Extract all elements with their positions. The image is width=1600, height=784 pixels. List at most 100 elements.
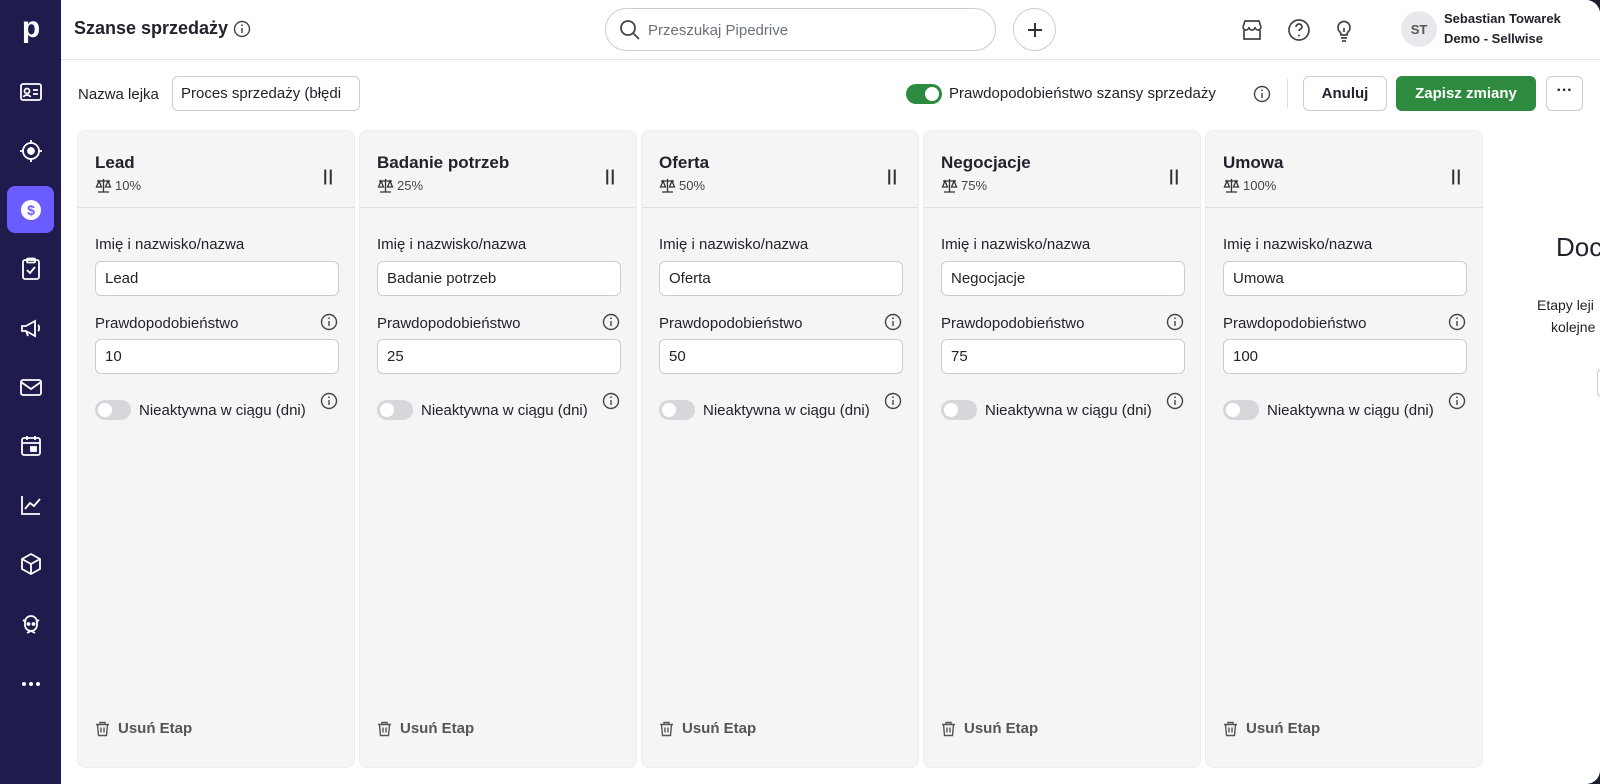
info-icon[interactable] <box>602 313 620 336</box>
rotting-label: Nieaktywna w ciągu (dni) <box>1267 402 1434 419</box>
stage-name-label: Imię i nazwisko/nazwa <box>659 236 809 253</box>
probability-input[interactable]: 100 <box>1223 339 1467 374</box>
delete-stage-button[interactable]: Usuń Etap <box>377 720 474 737</box>
rotting-label: Nieaktywna w ciągu (dni) <box>985 402 1152 419</box>
quick-add-button[interactable] <box>1013 8 1056 51</box>
info-icon[interactable] <box>884 392 902 415</box>
probability-input[interactable]: 10 <box>95 339 339 374</box>
save-changes-button[interactable]: Zapisz zmiany <box>1396 76 1536 111</box>
nav-calendar-icon[interactable] <box>7 422 54 469</box>
rotting-label: Nieaktywna w ciągu (dni) <box>139 402 306 419</box>
pipeline-toolbar: Nazwa lejka Proces sprzedaży (błędi Praw… <box>61 61 1600 127</box>
info-icon[interactable] <box>884 313 902 336</box>
search-input[interactable] <box>648 17 978 43</box>
user-avatar[interactable]: ST <box>1401 11 1437 47</box>
pipedrive-logo-icon[interactable]: p <box>15 12 47 44</box>
stage-name-input[interactable]: Oferta <box>659 261 903 296</box>
scale-icon <box>941 179 958 193</box>
probability-label: Prawdopodobieństwo <box>941 315 1085 332</box>
rotting-toggle[interactable] <box>941 400 977 420</box>
nav-leads-icon[interactable] <box>7 127 54 174</box>
stage-probability-badge: 50% <box>659 178 705 193</box>
nav-mail-icon[interactable] <box>7 363 54 410</box>
trash-icon <box>660 721 673 736</box>
info-icon[interactable] <box>320 392 338 415</box>
stage-probability-value: 50% <box>679 178 706 193</box>
stage-name-label: Imię i nazwisko/nazwa <box>95 236 245 253</box>
stage-name-input[interactable]: Badanie potrzeb <box>377 261 621 296</box>
drag-handle-icon[interactable]: || <box>605 168 616 186</box>
stage-title: Lead <box>95 153 135 172</box>
app-window: p $ Szanse sprzedaży Przeszukaj Pipedriv… <box>0 0 1600 784</box>
info-icon[interactable] <box>320 313 338 336</box>
delete-stage-button[interactable]: Usuń Etap <box>941 720 1038 737</box>
stage-column: Negocjacje 75% || Imię i nazwisko/nazwa … <box>923 130 1201 768</box>
stage-name-input[interactable]: Lead <box>95 261 339 296</box>
add-stage-description-line: Etapy leji <box>1537 297 1594 313</box>
info-icon[interactable] <box>1166 392 1184 415</box>
marketplace-icon[interactable] <box>1239 17 1265 48</box>
stage-column: Oferta 50% || Imię i nazwisko/nazwa Ofer… <box>641 130 919 768</box>
nav-products-icon[interactable] <box>7 540 54 587</box>
stage-name-input[interactable]: Negocjacje <box>941 261 1185 296</box>
nav-deals-icon[interactable]: $ <box>7 186 54 233</box>
stage-probability-badge: 100% <box>1223 178 1276 193</box>
stage-name-label: Imię i nazwisko/nazwa <box>941 236 1091 253</box>
info-icon[interactable] <box>1166 313 1184 336</box>
delete-stage-button[interactable]: Usuń Etap <box>95 720 192 737</box>
stage-probability-badge: 75% <box>941 178 987 193</box>
nav-campaigns-icon[interactable] <box>7 304 54 351</box>
stage-header[interactable]: Badanie potrzeb 25% || <box>360 131 636 208</box>
info-icon[interactable] <box>602 392 620 415</box>
info-icon[interactable] <box>1448 313 1466 336</box>
info-icon[interactable] <box>1448 392 1466 415</box>
rotting-toggle[interactable] <box>1223 400 1259 420</box>
stage-name-input[interactable]: Umowa <box>1223 261 1467 296</box>
nav-activities-icon[interactable] <box>7 245 54 292</box>
user-name[interactable]: Sebastian Towarek <box>1444 11 1561 26</box>
stage-header[interactable]: Negocjacje 75% || <box>924 131 1200 208</box>
delete-stage-button[interactable]: Usuń Etap <box>1223 720 1320 737</box>
stage-column: Badanie potrzeb 25% || Imię i nazwisko/n… <box>359 130 637 768</box>
add-stage-description-line: kolejne <box>1551 319 1596 335</box>
probability-input[interactable]: 50 <box>659 339 903 374</box>
pipeline-name-label: Nazwa lejka <box>78 86 159 103</box>
add-stage-description: Etapy leji kolejne <box>1537 294 1595 338</box>
add-stage-title: Doc <box>1556 232 1600 262</box>
toolbar-divider <box>1287 79 1288 109</box>
drag-handle-icon[interactable]: || <box>887 168 898 186</box>
nav-contacts-icon[interactable] <box>7 68 54 115</box>
drag-handle-icon[interactable]: || <box>1451 168 1462 186</box>
tips-lightbulb-icon[interactable] <box>1331 17 1357 48</box>
stage-header[interactable]: Umowa 100% || <box>1206 131 1482 208</box>
help-icon[interactable] <box>1286 17 1312 48</box>
search-box[interactable] <box>605 8 996 51</box>
pipeline-stages-board: Lead 10% || Imię i nazwisko/nazwa Lead P… <box>61 127 1600 784</box>
drag-handle-icon[interactable]: || <box>323 168 334 186</box>
stage-header[interactable]: Oferta 50% || <box>642 131 918 208</box>
info-icon[interactable] <box>233 20 251 43</box>
probability-input[interactable]: 75 <box>941 339 1185 374</box>
nav-more-icon[interactable] <box>7 660 54 707</box>
rotting-label: Nieaktywna w ciągu (dni) <box>703 402 870 419</box>
plus-icon <box>1027 22 1042 37</box>
stage-header[interactable]: Lead 10% || <box>78 131 354 208</box>
rotting-toggle[interactable] <box>659 400 695 420</box>
nav-sales-assistant-icon[interactable] <box>7 600 54 647</box>
drag-handle-icon[interactable]: || <box>1169 168 1180 186</box>
deal-probability-toggle[interactable] <box>906 84 942 104</box>
cancel-button[interactable]: Anuluj <box>1303 76 1387 111</box>
more-options-button[interactable]: ··· <box>1546 76 1583 111</box>
info-icon[interactable] <box>1253 85 1271 108</box>
delete-stage-button[interactable]: Usuń Etap <box>659 720 756 737</box>
stage-column: Lead 10% || Imię i nazwisko/nazwa Lead P… <box>77 130 355 768</box>
delete-stage-label: Usuń Etap <box>118 720 193 737</box>
probability-input[interactable]: 25 <box>377 339 621 374</box>
nav-insights-icon[interactable] <box>7 481 54 528</box>
user-company[interactable]: Demo - Sellwise <box>1444 31 1543 46</box>
rotting-toggle[interactable] <box>95 400 131 420</box>
pipeline-name-input[interactable]: Proces sprzedaży (błędi <box>172 76 360 111</box>
stage-name-label: Imię i nazwisko/nazwa <box>377 236 527 253</box>
probability-label: Prawdopodobieństwo <box>377 315 521 332</box>
rotting-toggle[interactable] <box>377 400 413 420</box>
